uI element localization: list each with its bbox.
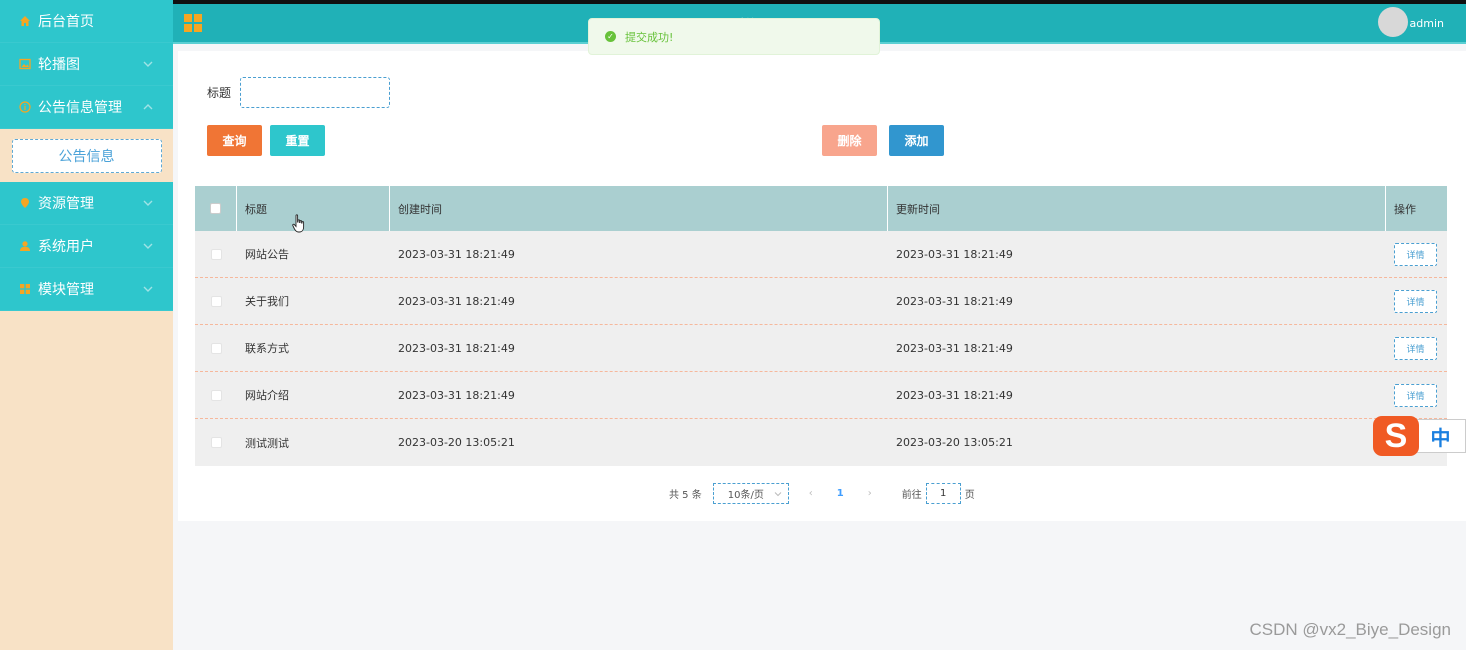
menu-grid-icon[interactable]: [184, 14, 202, 32]
add-button[interactable]: 添加: [889, 125, 944, 156]
sidebar: 后台首页 轮播图 公告信息管理 公告信息 资源管理 系统用户 模块管理: [0, 0, 173, 650]
cell-title: 测试测试: [245, 436, 289, 450]
location-icon: [18, 197, 31, 210]
cell-created: 2023-03-31 18:21:49: [398, 294, 515, 308]
page-unit-label: 页: [964, 490, 975, 501]
cell-created: 2023-03-20 13:05:21: [398, 436, 515, 449]
home-icon: [18, 15, 31, 28]
chevron-down-icon: [774, 492, 782, 497]
cell-updated: 2023-03-31 18:21:49: [896, 247, 1013, 261]
cell-created: 2023-03-31 18:21:49: [398, 341, 515, 355]
sidebar-submenu: 公告信息: [0, 129, 173, 182]
select-all-cell: [195, 186, 237, 231]
column-header-updated[interactable]: 更新时间: [888, 186, 1386, 231]
row-checkbox[interactable]: [210, 389, 222, 401]
column-header-title[interactable]: 标题: [237, 186, 390, 231]
chevron-down-icon: [143, 286, 153, 292]
sidebar-item-label: 模块管理: [38, 282, 94, 298]
detail-button[interactable]: 详情: [1394, 242, 1437, 266]
sidebar-item-label: 资源管理: [38, 196, 94, 212]
column-header-actions: 操作: [1394, 202, 1416, 216]
prev-page-icon[interactable]: ‹: [809, 488, 813, 499]
detail-button[interactable]: 详情: [1394, 289, 1437, 313]
title-search-input[interactable]: [240, 77, 390, 108]
chevron-down-icon: [143, 243, 153, 249]
cell-updated: 2023-03-31 18:21:49: [896, 341, 1013, 355]
sidebar-item-label: 公告信息管理: [38, 100, 122, 116]
main-panel: 标题 查询 重置 删除 添加 标题 创建时间 更新时间 操作 网站公告 2023…: [178, 51, 1466, 521]
query-button[interactable]: 查询: [207, 125, 262, 156]
page-size-select[interactable]: 10条/页: [712, 483, 789, 504]
row-checkbox[interactable]: [210, 437, 222, 448]
sidebar-item-module-management[interactable]: 模块管理: [0, 268, 173, 311]
table-row: 网站公告 2023-03-31 18:21:49 2023-03-31 18:2…: [195, 231, 1447, 278]
info-icon: [18, 101, 31, 114]
chevron-down-icon: [143, 61, 153, 67]
hand-cursor-icon: [292, 214, 305, 233]
goto-label: 前往: [901, 490, 922, 501]
sidebar-item-label: 轮播图: [38, 57, 80, 73]
watermark: CSDN @vx2_Biye_Design: [1249, 620, 1451, 639]
sidebar-item-carousel[interactable]: 轮播图: [0, 43, 173, 86]
cell-updated: 2023-03-31 18:21:49: [896, 294, 1013, 308]
sidebar-subitem-notice-info[interactable]: 公告信息: [11, 138, 162, 173]
image-icon: [18, 58, 31, 71]
ime-logo-icon: S: [1373, 416, 1419, 456]
table-header: 标题 创建时间 更新时间 操作: [195, 186, 1447, 231]
page-number[interactable]: 1: [837, 488, 844, 499]
cell-title: 网站公告: [245, 248, 289, 261]
cell-updated: 2023-03-31 18:21:49: [896, 388, 1013, 402]
next-page-icon[interactable]: ›: [868, 488, 872, 499]
success-check-icon: ✓: [605, 31, 616, 42]
cell-created: 2023-03-31 18:21:49: [398, 247, 515, 261]
sidebar-item-label: 系统用户: [38, 239, 94, 255]
table-row: 网站介绍 2023-03-31 18:21:49 2023-03-31 18:2…: [195, 372, 1447, 419]
detail-button[interactable]: 详情: [1394, 336, 1437, 360]
avatar[interactable]: [1378, 7, 1408, 37]
chevron-up-icon: [143, 104, 153, 110]
column-header-created[interactable]: 创建时间: [390, 186, 888, 231]
title-filter-label: 标题: [207, 86, 232, 100]
sidebar-item-notice-management[interactable]: 公告信息管理: [0, 86, 173, 129]
cell-title: 关于我们: [245, 295, 289, 308]
notice-table: 标题 创建时间 更新时间 操作 网站公告 2023-03-31 18:21:49…: [195, 186, 1447, 466]
detail-button[interactable]: 详情: [1394, 383, 1437, 407]
sidebar-item-resource-management[interactable]: 资源管理: [0, 182, 173, 225]
sidebar-item-system-users[interactable]: 系统用户: [0, 225, 173, 268]
pagination-total: 共 5 条: [669, 490, 702, 501]
sidebar-item-label: 后台首页: [38, 14, 94, 30]
pagination: 共 5 条 10条/页 ‹ 1 › 前往 1 页: [669, 483, 975, 504]
goto-page-input[interactable]: 1: [925, 483, 961, 504]
row-checkbox[interactable]: [210, 248, 222, 260]
table-row: 关于我们 2023-03-31 18:21:49 2023-03-31 18:2…: [195, 278, 1447, 325]
row-checkbox[interactable]: [210, 342, 222, 354]
page-size-value: 10条/页: [727, 490, 764, 501]
chevron-down-icon: [143, 200, 153, 206]
sidebar-item-home[interactable]: 后台首页: [0, 0, 173, 43]
row-checkbox[interactable]: [210, 295, 222, 307]
cell-title: 网站介绍: [245, 389, 289, 402]
ime-widget[interactable]: 中 S: [1370, 416, 1466, 456]
success-toast: ✓ 提交成功!: [588, 18, 880, 55]
cell-title: 联系方式: [245, 342, 289, 355]
reset-button[interactable]: 重置: [270, 125, 325, 156]
delete-button[interactable]: 删除: [822, 125, 877, 156]
user-icon: [18, 240, 31, 253]
table-row: 测试测试 2023-03-20 13:05:21 2023-03-20 13:0…: [195, 419, 1447, 466]
table-row: 联系方式 2023-03-31 18:21:49 2023-03-31 18:2…: [195, 325, 1447, 372]
cell-updated: 2023-03-20 13:05:21: [896, 436, 1013, 449]
grid-icon: [18, 283, 31, 296]
toast-message: 提交成功!: [625, 30, 674, 44]
select-all-checkbox[interactable]: [210, 203, 221, 214]
cell-created: 2023-03-31 18:21:49: [398, 388, 515, 402]
user-name[interactable]: admin: [1410, 17, 1444, 30]
ime-mode[interactable]: 中: [1416, 419, 1466, 453]
